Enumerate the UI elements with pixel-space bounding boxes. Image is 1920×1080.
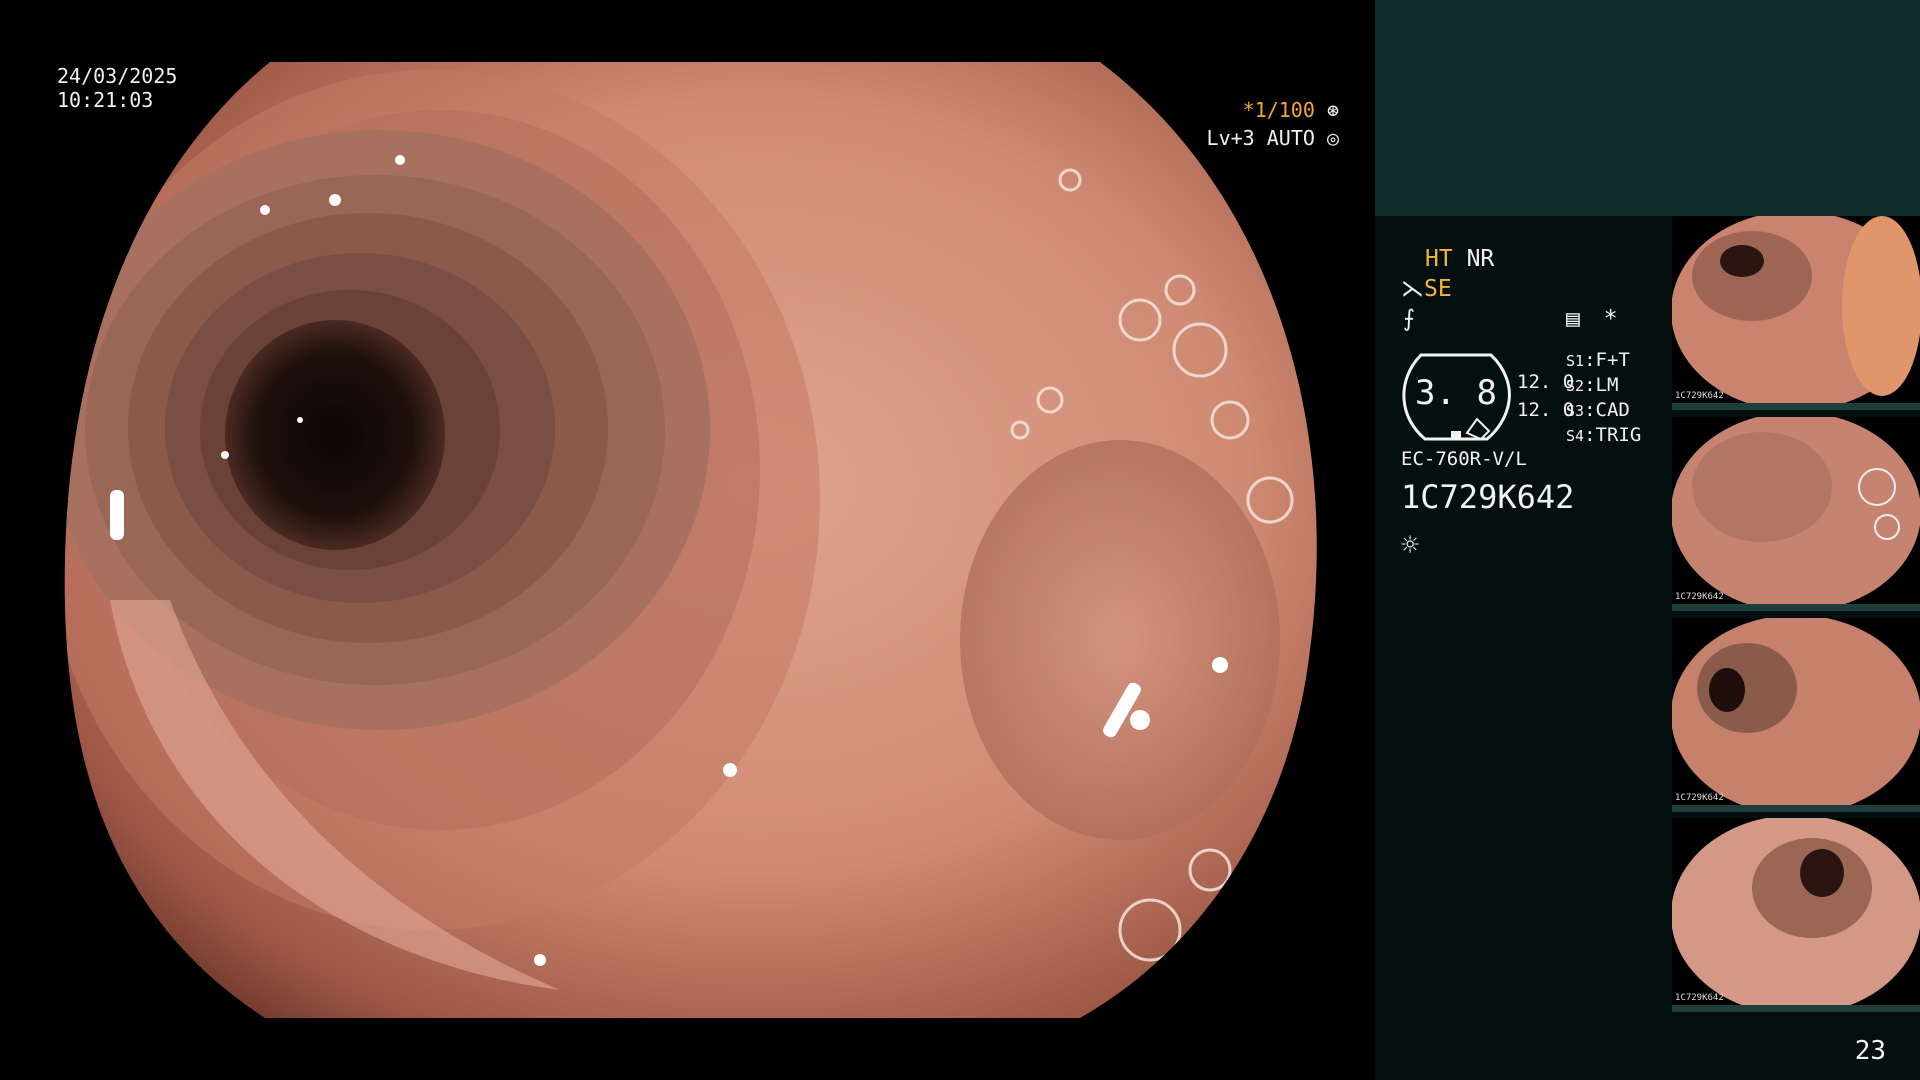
- thumbnail-bar: [1672, 805, 1920, 812]
- ht-label: HT: [1425, 246, 1453, 272]
- panel-header-area: [1375, 0, 1920, 216]
- scope-model: EC-760R-V/L: [1401, 448, 1527, 470]
- thumbnail-bar: [1672, 1005, 1920, 1012]
- s2-value: LM: [1595, 374, 1619, 396]
- thumbnail-3[interactable]: 1C729K642: [1672, 618, 1920, 812]
- thumbnail-1[interactable]: 1C729K642: [1672, 216, 1920, 410]
- thumbnail-image: [1672, 818, 1920, 1012]
- s1-value: F+T: [1595, 349, 1630, 371]
- thumbnail-id: 1C729K642: [1675, 993, 1724, 1003]
- brightness-level-readout: Lv+3 AUTO ◎: [1207, 126, 1339, 150]
- nr-label: NR: [1466, 246, 1495, 272]
- scope-serial: 1C729K642: [1401, 478, 1575, 516]
- level-value: Lv+3 AUTO: [1206, 126, 1315, 150]
- page-number: 23: [1854, 1036, 1886, 1066]
- s4-label: S4: [1566, 427, 1585, 445]
- shutter-readout: *1/100 ⊛: [1243, 98, 1339, 122]
- thumbnail-image: [1672, 417, 1920, 611]
- date-time-readout: 24/03/2025 10:21:03: [57, 64, 177, 112]
- s3-value: CAD: [1595, 399, 1630, 421]
- se-label: SE: [1424, 276, 1452, 302]
- settings-row: ▤ *: [1566, 306, 1618, 332]
- iris-icon: ◎: [1326, 126, 1339, 150]
- se-row: ⋋SE: [1401, 276, 1452, 302]
- s2-label: S2: [1566, 377, 1585, 395]
- s1-row: S1:F+T: [1566, 349, 1630, 371]
- shutter-value: 1/100: [1254, 98, 1315, 122]
- s4-row: S4:TRIG: [1566, 424, 1642, 446]
- light-source-icon: ☼: [1401, 528, 1420, 563]
- gauge-value: 3. 8: [1415, 373, 1497, 413]
- aperture-icon: ⊛: [1326, 98, 1339, 122]
- s3-label: S3: [1566, 402, 1585, 420]
- thumbnail-id: 1C729K642: [1675, 592, 1724, 602]
- thumbnail-image: [1672, 618, 1920, 812]
- s3-row: S3:CAD: [1566, 399, 1630, 421]
- thumbnail-id: 1C729K642: [1675, 793, 1724, 803]
- endoscopic-image: [64, 62, 1317, 1018]
- s2-row: S2:LM: [1566, 374, 1619, 396]
- time-text: 10:21:03: [57, 88, 154, 112]
- s4-value: TRIG: [1595, 424, 1642, 446]
- asterisk-label: *: [1603, 306, 1618, 332]
- thumbnail-4[interactable]: 1C729K642: [1672, 818, 1920, 1012]
- thumbnail-bar: [1672, 403, 1920, 410]
- shutter-prefix: *: [1242, 98, 1255, 122]
- thumbnail-id: 1C729K642: [1675, 391, 1724, 401]
- ht-nr-row: HT NR: [1425, 246, 1494, 272]
- structure-icon: ⋋: [1401, 276, 1424, 302]
- thumbnail-2[interactable]: 1C729K642: [1672, 417, 1920, 611]
- s1-label: S1: [1566, 352, 1585, 370]
- thumbnail-image: [1672, 216, 1920, 410]
- thumbnail-bar: [1672, 604, 1920, 611]
- endoscope-view: 24/03/2025 10:21:03 *1/100 ⊛ Lv+3 AUTO ◎: [0, 0, 1375, 1080]
- menu-icon: ▤: [1566, 306, 1580, 332]
- date-text: 24/03/2025: [57, 64, 178, 88]
- color-enhance-icon: ⨍: [1403, 306, 1415, 332]
